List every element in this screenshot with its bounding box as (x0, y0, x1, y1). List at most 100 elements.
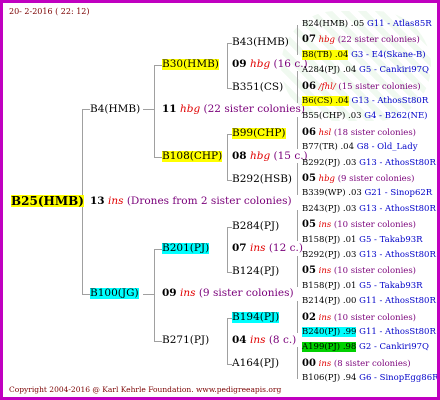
right-entry: 02 ins (10 sister colonies) (302, 311, 416, 323)
right-entry: B77(TR) .04 G8 - Old_Lady (302, 143, 418, 152)
right-entry: B8(TB) .04 G3 - E4(Skane-B) (302, 49, 426, 60)
right-entry: B106(PJ) .94 G6 - SinopEgg86R (302, 373, 437, 383)
root-node[interactable]: B25(HMB) (11, 195, 84, 207)
node-b100[interactable]: B100(JG) (90, 288, 139, 299)
copyright-text: Copyright 2004-2016 @ Karl Kehrle Founda… (9, 385, 194, 394)
entry-note: (10 sister colonies) (333, 312, 416, 323)
node-b271-info: 04 ins (8 c.) (232, 335, 296, 346)
node-g3[interactable]: B99(CHP) (232, 128, 286, 139)
connector (154, 65, 162, 66)
node-g3[interactable]: A164(PJ) (232, 358, 279, 369)
count: 04 (232, 334, 247, 346)
entry-label[interactable]: B77(TR) .04 (302, 142, 354, 152)
entry-count: 05 (302, 219, 316, 231)
node-b4-info: 11 hbg (22 sister colonies) (162, 104, 305, 115)
entry-tail: G5 - Takab93R (359, 280, 423, 291)
right-entry: A284(PJ) .04 G5 - Cankiri97Q (302, 66, 429, 75)
entry-label[interactable]: B292(PJ) .03 (302, 158, 356, 168)
entry-label[interactable]: B55(CHP) .03 (302, 111, 362, 121)
node-b271[interactable]: B271(PJ) (162, 335, 209, 346)
entry-label[interactable]: B8(TB) .04 (302, 49, 349, 60)
site-link[interactable]: www.pedigreeapis.org (196, 385, 281, 394)
node-b201[interactable]: B201(PJ) (162, 243, 210, 254)
entry-code: hsl (318, 127, 332, 138)
entry-tail: G13 - AthosSt80R (359, 203, 436, 214)
connector (82, 109, 90, 110)
node-g3[interactable]: B292(HSB) (232, 174, 292, 185)
count: 09 (232, 58, 247, 70)
right-entry: 05 hbg (9 sister colonies) (302, 174, 414, 184)
entry-count: 02 (302, 311, 316, 323)
node-g3[interactable]: B194(PJ) (232, 312, 280, 323)
node-b108-info: 08 hbg (15 c.) (232, 151, 308, 162)
gen1-note: (Drones from 2 sister colonies) (126, 195, 292, 207)
node-b4[interactable]: B4(HMB) (90, 104, 140, 115)
gen1-code: ins (107, 195, 124, 207)
node-b30-info: 09 hbg (16 c.) (232, 59, 308, 70)
entry-label[interactable]: A199(PJ) .98 (302, 342, 357, 353)
connector (154, 249, 162, 250)
connector (297, 301, 298, 333)
node-g3[interactable]: B43(HMB) (232, 37, 289, 48)
note: (22 sister colonies) (203, 103, 305, 115)
connector (297, 347, 298, 379)
pedigree-diagram: 20- 2-2016 ( 22: 12) B25(HMB) 13 ins (Dr… (0, 0, 440, 400)
entry-code: /fhl/ (318, 81, 336, 92)
right-entry: 00 ins (8 sister colonies) (302, 357, 411, 369)
entry-label[interactable]: B292(PJ) .03 (302, 250, 356, 260)
gen1-info: 13 ins (Drones from 2 sister colonies) (90, 196, 292, 207)
right-entry: A199(PJ) .98 G2 - Cankiri97Q (302, 342, 430, 353)
entry-note: (15 sister colonies) (338, 81, 421, 92)
node-b100-info: 09 ins (9 sister colonies) (162, 288, 294, 299)
connector (154, 65, 155, 157)
right-entry: 05 ins (10 sister colonies) (302, 266, 416, 276)
right-entry: 07 hbg (22 sister colonies) (302, 35, 420, 45)
entry-tail: G5 - Cankiri97Q (359, 65, 430, 76)
entry-label[interactable]: B6(CS) .04 (302, 96, 349, 106)
entry-label[interactable]: B243(PJ) .03 (302, 204, 356, 214)
count: 11 (162, 103, 177, 115)
connector (154, 249, 155, 341)
entry-tail: G11 - AthosSt80R (359, 327, 436, 337)
entry-count: 06 (302, 126, 316, 138)
entry-label[interactable]: B24(HMB) .05 (302, 19, 364, 29)
entry-tail: G13 - AthosSt80R (359, 250, 436, 260)
node-b108[interactable]: B108(CHP) (162, 151, 223, 162)
entry-tail: G13 - AthosSt80R (351, 96, 429, 106)
node-g3[interactable]: B351(CS) (232, 82, 283, 93)
note: (8 c.) (268, 334, 297, 346)
connector (297, 210, 298, 241)
date-stamp: 20- 2-2016 ( 22: 12) (9, 7, 90, 16)
entry-note: (10 sister colonies) (333, 220, 416, 231)
entry-code: ins (318, 266, 332, 277)
entry-label[interactable]: B106(PJ) .94 (302, 373, 356, 383)
connector (227, 43, 228, 88)
node-b30[interactable]: B30(HMB) (162, 59, 219, 70)
note: (9 sister colonies) (198, 287, 294, 299)
footer-copyright: Copyright 2004-2016 @ Karl Kehrle Founda… (9, 386, 281, 394)
count: 07 (232, 242, 247, 254)
entry-tail: G11 - Atlas85R (366, 19, 432, 29)
entry-note: (8 sister colonies) (333, 358, 411, 369)
entry-tail: G21 - Sinop62R (364, 188, 433, 199)
connector (297, 256, 298, 287)
entry-label[interactable]: B240(PJ) .99 (302, 327, 357, 337)
entry-label[interactable]: A284(PJ) .04 (302, 65, 356, 75)
count: 09 (162, 287, 177, 299)
entry-code: hbg (318, 174, 335, 184)
entry-label[interactable]: B158(PJ) .01 (302, 281, 356, 291)
entry-count: 00 (302, 357, 316, 369)
entry-label[interactable]: B158(PJ) .01 (302, 235, 356, 245)
entry-note: (9 sister colonies) (337, 174, 415, 184)
entry-tail: G11 - AthosSt80R (359, 296, 436, 307)
right-entry: 05 ins (10 sister colonies) (302, 220, 416, 230)
right-entry: B240(PJ) .99 G11 - AthosSt80R (302, 327, 436, 337)
connector (297, 163, 298, 195)
gen1-count: 13 (90, 195, 105, 207)
entry-code: ins (318, 358, 332, 369)
node-g3[interactable]: B284(PJ) (232, 221, 279, 232)
entry-label[interactable]: B214(PJ) .00 (302, 296, 356, 306)
entry-label[interactable]: B339(WP) .03 (302, 188, 362, 198)
entry-tail: G2 - Cankiri97Q (359, 342, 430, 353)
node-g3[interactable]: B124(PJ) (232, 266, 279, 277)
